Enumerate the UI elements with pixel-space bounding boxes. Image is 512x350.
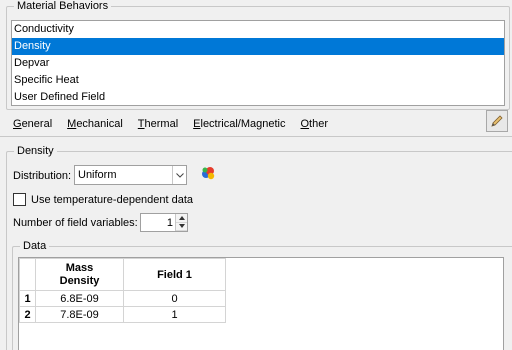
material-behaviors-group: Material Behaviors Conductivity Density … <box>6 0 510 110</box>
section-divider <box>0 136 512 137</box>
menu-mechanical-mnemonic: M <box>67 118 77 130</box>
distribution-select[interactable]: Uniform <box>74 165 187 185</box>
field-variables-value: 1 <box>166 217 173 229</box>
behavior-menu-bar: General Mechanical Thermal Electrical/Ma… <box>13 116 328 132</box>
menu-general[interactable]: General <box>13 116 52 132</box>
menu-electrical-mnemonic: E <box>193 118 201 130</box>
temperature-dependent-checkbox[interactable] <box>13 193 26 206</box>
distribution-value: Uniform <box>78 169 117 181</box>
data-table: Mass Density Field 1 1 6.8E-09 0 2 7.8E-… <box>19 258 226 323</box>
row-header[interactable]: 2 <box>19 306 36 323</box>
behavior-item-density[interactable]: Density <box>12 38 504 55</box>
spin-down-icon[interactable] <box>176 222 187 231</box>
cell-field-1[interactable]: 0 <box>123 290 226 307</box>
menu-general-mnemonic: G <box>13 118 22 130</box>
table-row: 2 7.8E-09 1 <box>19 306 226 323</box>
menu-other[interactable]: Other <box>300 116 328 132</box>
menu-other-mnemonic: O <box>300 118 310 130</box>
behavior-item-conductivity[interactable]: Conductivity <box>12 21 504 38</box>
column-mass-density-label: Mass Density <box>59 261 100 287</box>
behavior-item-specific-heat[interactable]: Specific Heat <box>12 72 504 89</box>
menu-mechanical-label: echanical <box>76 118 123 130</box>
menu-general-label: eneral <box>21 118 53 130</box>
cell-mass-density[interactable]: 6.8E-09 <box>35 290 124 307</box>
menu-mechanical[interactable]: Mechanical <box>67 116 123 132</box>
material-behaviors-list[interactable]: Conductivity Density Depvar Specific Hea… <box>11 20 505 106</box>
behavior-item-depvar[interactable]: Depvar <box>12 55 504 72</box>
material-behaviors-legend: Material Behaviors <box>14 0 112 13</box>
temperature-dependent-label: Use temperature-dependent data <box>31 194 194 206</box>
field-variables-stepper[interactable]: 1 <box>140 213 188 232</box>
spin-buttons <box>175 214 187 231</box>
row-header[interactable]: 1 <box>19 290 36 307</box>
edit-behavior-button[interactable] <box>486 110 508 132</box>
column-header-mass-density[interactable]: Mass Density <box>35 258 124 291</box>
menu-thermal[interactable]: Thermal <box>138 116 178 132</box>
menu-thermal-label: hermal <box>144 118 179 130</box>
table-header-row: Mass Density Field 1 <box>19 258 226 291</box>
menu-other-label: ther <box>309 118 329 130</box>
chevron-down-icon[interactable] <box>172 166 186 184</box>
behavior-item-user-defined-field[interactable]: User Defined Field <box>12 89 504 106</box>
edit-pencil-icon <box>491 115 503 127</box>
field-variables-label: Number of field variables: <box>13 217 138 229</box>
table-row: 1 6.8E-09 0 <box>19 290 226 307</box>
distribution-label: Distribution: <box>13 170 72 182</box>
data-legend: Data <box>20 240 50 253</box>
menu-electrical-magnetic[interactable]: Electrical/Magnetic <box>193 116 285 132</box>
cell-mass-density[interactable]: 7.8E-09 <box>35 306 124 323</box>
cell-field-1[interactable]: 1 <box>123 306 226 323</box>
colorful-molecule-icon[interactable] <box>200 165 216 181</box>
menu-thermal-mnemonic: T <box>137 118 145 130</box>
spin-up-icon[interactable] <box>176 214 187 223</box>
menu-electrical-label: lectrical/Magnetic <box>200 118 286 130</box>
data-table-area[interactable]: Mass Density Field 1 1 6.8E-09 0 2 7.8E-… <box>18 257 504 350</box>
corner-cell <box>19 258 36 291</box>
column-header-field-1[interactable]: Field 1 <box>123 258 226 291</box>
density-legend: Density <box>14 145 57 158</box>
